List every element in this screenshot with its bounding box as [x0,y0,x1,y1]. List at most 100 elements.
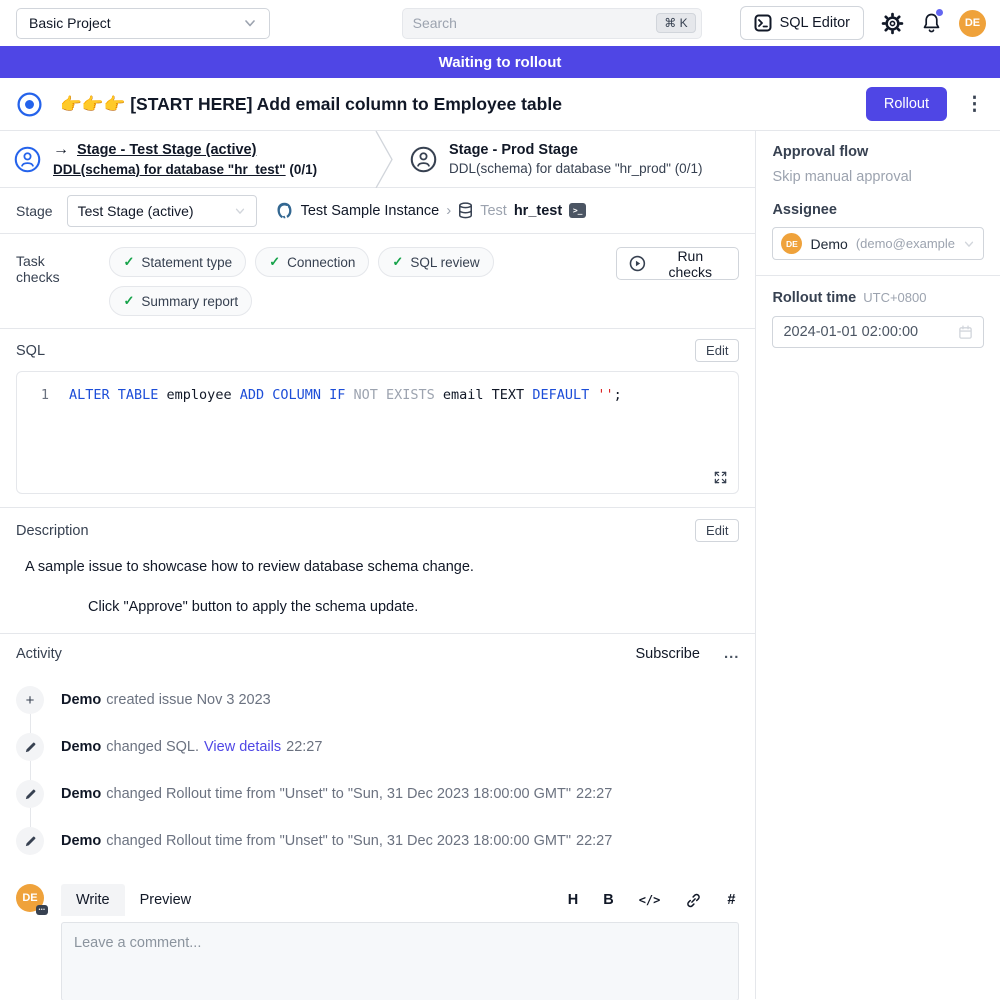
link-format-icon[interactable] [685,892,702,909]
assignee-avatar: DE [781,233,802,254]
activity-section: Activity Subscribe ... + Demo created is… [0,634,755,855]
search-shortcut-badge: ⌘ K [656,13,695,33]
settings-gear-icon[interactable] [881,12,904,35]
database-breadcrumb: Test Sample Instance › Test hr_test >_ [275,201,587,220]
stage-subtitle: DDL(schema) for database "hr_test" [53,162,286,177]
environment-name: Test [480,203,507,219]
bold-format-icon[interactable]: B [603,892,613,908]
issue-sidebar: Approval flow Skip manual approval Assig… [755,131,1000,999]
tab-write[interactable]: Write [61,884,125,916]
project-selector[interactable]: Basic Project [16,8,270,39]
stage-title: Stage - Test Stage (active) [77,142,256,158]
stage-card-prod[interactable]: Stage - Prod Stage DDL(schema) for datab… [396,142,716,176]
assignee-email: (demo@example [856,236,955,251]
check-chip-summary-report[interactable]: ✓ Summary report [109,286,252,316]
database-name[interactable]: hr_test [514,203,562,219]
sql-editor-button[interactable]: SQL Editor [740,6,864,40]
comment-input[interactable] [61,922,739,1000]
sql-edit-button[interactable]: Edit [695,339,739,362]
description-text: Click "Approve" button to apply the sche… [16,599,739,615]
database-icon [458,202,473,219]
code-format-icon[interactable]: </> [639,893,661,907]
check-success-icon: ✓ [269,254,280,270]
sql-editor-button-label: SQL Editor [780,15,850,31]
check-chip-statement-type[interactable]: ✓ Statement type [109,247,246,277]
sql-code-block[interactable]: 1 ALTER TABLE employee ADD COLUMN IF NOT… [16,371,739,494]
stage-separator-chevron [374,131,396,188]
chevron-down-icon [243,16,257,30]
task-checks-label: Task checks [16,253,91,285]
assignee-label: Assignee [772,202,984,218]
chevron-down-icon [963,238,975,250]
description-section-title: Description [16,523,89,539]
issue-title: 👉👉👉 [START HERE] Add email column to Emp… [60,94,866,115]
stage-title: Stage - Prod Stage [449,142,702,158]
tab-preview[interactable]: Preview [125,884,207,916]
stage-assignee-icon [410,146,437,173]
postgresql-icon [275,201,294,220]
calendar-icon [958,324,973,340]
description-section: Description Edit A sample issue to showc… [0,508,755,634]
activity-connector [30,761,31,780]
plus-icon: + [16,686,44,714]
user-avatar[interactable]: DE [959,10,986,37]
status-banner: Waiting to rollout [0,46,1000,78]
pencil-icon [16,827,44,855]
hash-format-icon[interactable]: # [727,892,735,908]
activity-item: Demo changed Rollout time from "Unset" t… [16,780,739,808]
check-chip-sql-review[interactable]: ✓ SQL review [378,247,493,277]
stage-selector-bar: Stage Test Stage (active) Test Sample In… [0,188,755,234]
check-success-icon: ✓ [392,254,403,270]
heading-format-icon[interactable]: H [568,892,578,908]
search-input[interactable] [413,15,657,31]
expand-fullscreen-icon[interactable] [713,470,728,485]
stage-select[interactable]: Test Stage (active) [67,195,257,227]
rollout-timezone: UTC+0800 [863,290,926,305]
top-bar: Basic Project ⌘ K SQL Editor [0,0,1000,46]
stage-card-test[interactable]: → Stage - Test Stage (active) DDL(schema… [0,141,374,177]
stage-subtitle: DDL(schema) for database "hr_prod" (0/1) [449,161,702,176]
run-checks-button[interactable]: Run checks [616,247,739,280]
sql-section-title: SQL [16,343,45,359]
activity-section-title: Activity [16,646,62,662]
activity-item: Demo changed Rollout time from "Unset" t… [16,827,739,855]
rollout-time-label: Rollout time [772,290,856,306]
assignee-name: Demo [810,236,847,252]
view-details-link[interactable]: View details [204,739,281,755]
activity-more-menu-icon[interactable]: ... [724,645,740,662]
issue-title-row: 👉👉👉 [START HERE] Add email column to Emp… [0,78,1000,131]
line-number: 1 [31,387,49,403]
activity-item: + Demo created issue Nov 3 2023 [16,686,739,714]
notification-dot [936,9,943,16]
description-text: A sample issue to showcase how to review… [16,559,739,575]
stage-progress: (0/1) [289,162,317,177]
rollout-time-input[interactable]: 2024-01-01 02:00:00 [772,316,984,348]
rollout-button[interactable]: Rollout [866,87,947,121]
chevron-down-icon [234,205,246,217]
sidebar-divider [756,275,1000,276]
open-sql-editor-icon[interactable]: >_ [569,203,586,218]
comment-bubble-icon: ••• [36,905,48,915]
notifications-bell-icon[interactable] [921,12,942,34]
approval-flow-label: Approval flow [772,144,984,160]
issue-more-menu-icon[interactable]: ⋮ [965,93,984,116]
task-check-chips: ✓ Statement type ✓ Connection ✓ SQL revi… [109,247,616,316]
approval-flow-value: Skip manual approval [772,169,984,185]
activity-connector [30,808,31,827]
assignee-select[interactable]: DE Demo (demo@example [772,227,984,260]
search-box: ⌘ K [402,8,702,39]
activity-connector [30,714,31,733]
activity-list: + Demo created issue Nov 3 2023 Demo cha… [16,686,739,855]
stage-flow: → Stage - Test Stage (active) DDL(schema… [0,131,755,188]
sql-section: SQL Edit 1 ALTER TABLE employee ADD COLU… [0,329,755,508]
check-success-icon: ✓ [123,293,134,309]
task-checks-row: Task checks ✓ Statement type ✓ Connectio… [0,234,755,329]
instance-name[interactable]: Test Sample Instance [301,203,440,219]
stage-label: Stage [16,203,53,219]
activity-item: Demo changed SQL. View details 22:27 [16,733,739,761]
subscribe-button[interactable]: Subscribe [635,646,699,662]
project-selector-label: Basic Project [29,15,111,31]
description-edit-button[interactable]: Edit [695,519,739,542]
run-circle-play-icon [629,255,646,272]
check-chip-connection[interactable]: ✓ Connection [255,247,369,277]
